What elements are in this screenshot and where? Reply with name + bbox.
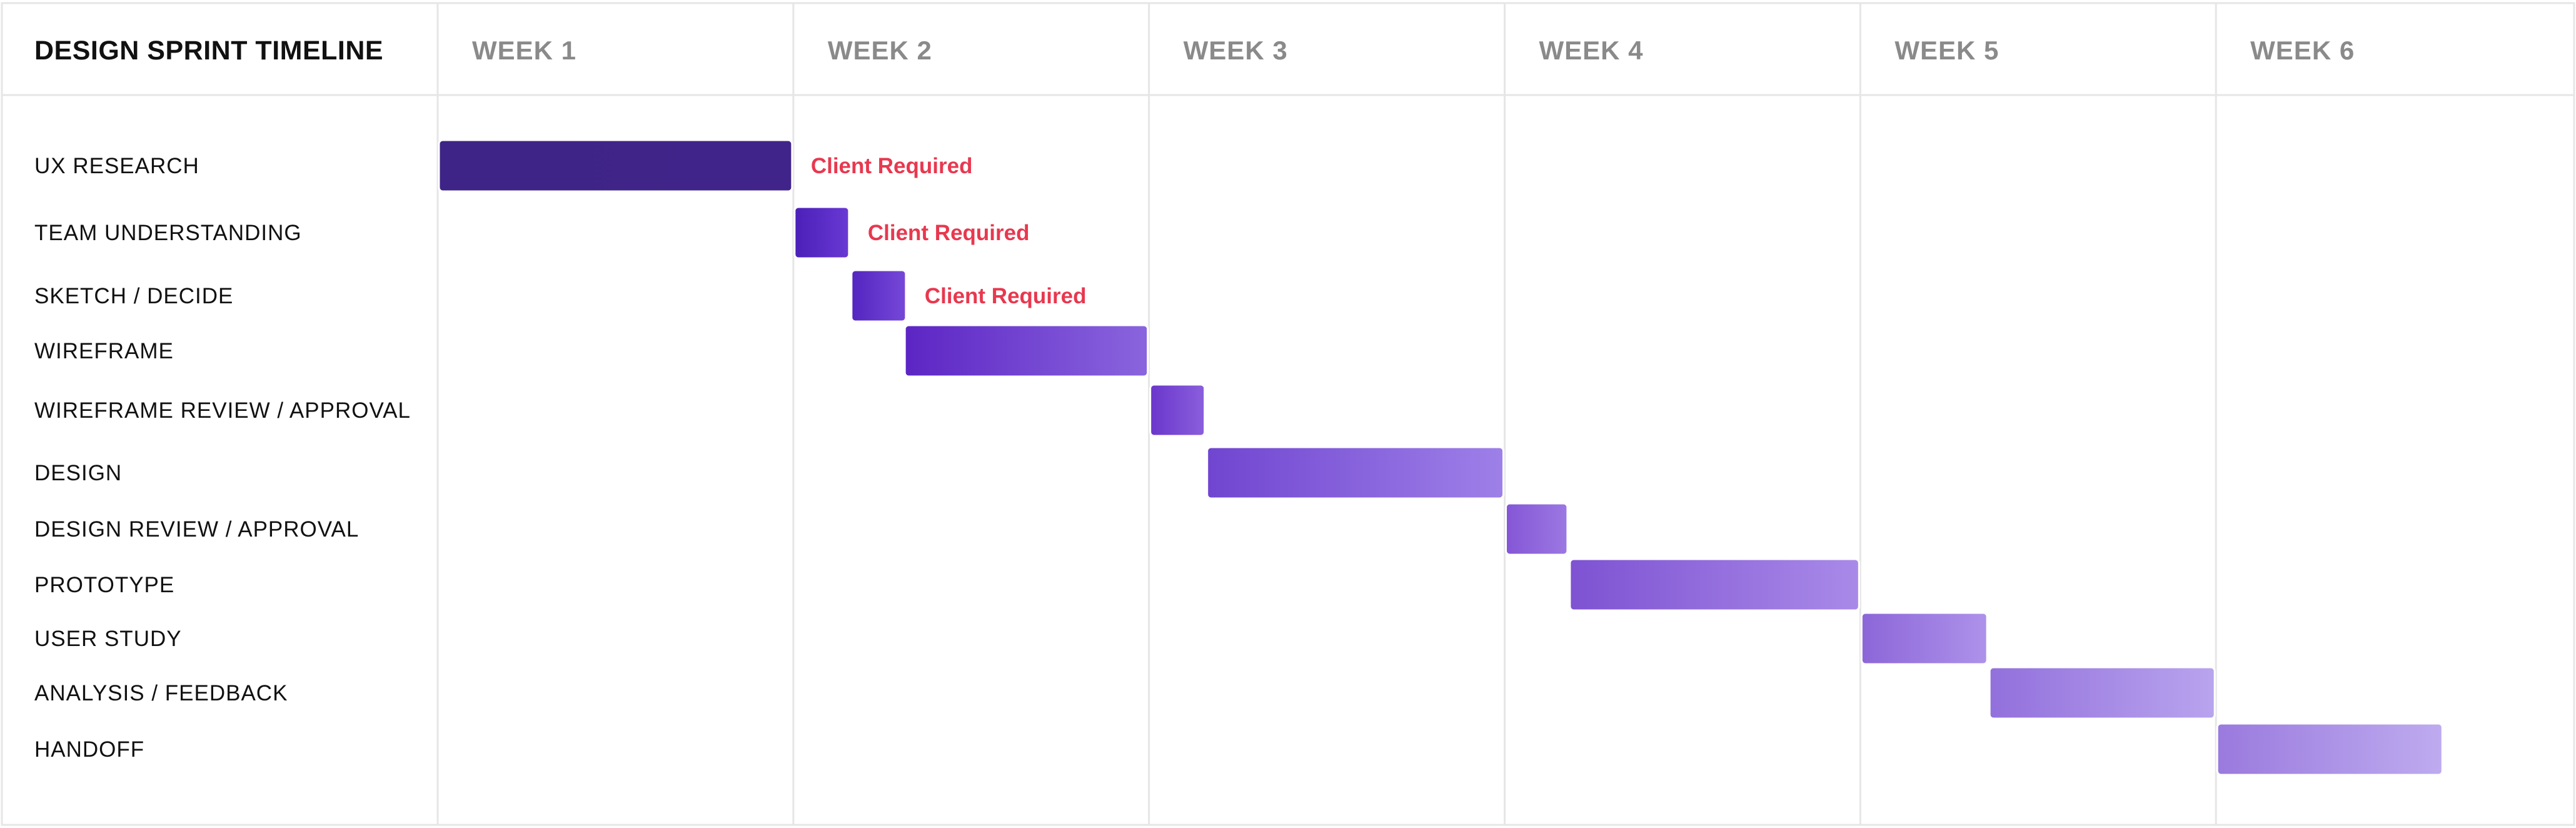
client-required-annotation: Client Required [868, 221, 1030, 245]
task-bar [438, 139, 793, 193]
task-name-label: UX RESEARCH [34, 154, 199, 178]
client-required-annotation: Client Required [925, 284, 1087, 308]
week-header-label: WEEK 6 [2250, 36, 2355, 65]
gantt-chart: DESIGN SPRINT TIMELINE WEEK 1 WEEK 2 WEEK … [0, 0, 2576, 828]
week-header-label: WEEK 3 [1184, 36, 1288, 65]
task-name-label: DESIGN REVIEW / APPROVAL [34, 517, 359, 542]
task-name-label: WIREFRAME [34, 339, 174, 363]
task-bars [438, 139, 2443, 776]
task-name-label: PROTOTYPE [34, 573, 174, 597]
task-bar [903, 324, 1149, 378]
task-name-label: ANALYSIS / FEEDBACK [34, 681, 288, 705]
task-bar [2216, 722, 2443, 776]
task-name-label: WIREFRAME REVIEW / APPROVAL [34, 398, 411, 423]
client-required-annotation: Client Required [811, 154, 973, 178]
task-name-list: UX RESEARCH TEAM UNDERSTANDING SKETCH / DE… [34, 154, 411, 762]
task-name-label: USER STUDY [34, 627, 182, 651]
chart-title: DESIGN SPRINT TIMELINE [34, 36, 383, 66]
gantt-chart-svg: DESIGN SPRINT TIMELINE WEEK 1 WEEK 2 WEEK … [1, 2, 2575, 826]
task-name-label: HANDOFF [34, 737, 144, 762]
week-column-headers: WEEK 1 WEEK 2 WEEK 3 WEEK 4 WEEK 5 WEEK 6 [472, 36, 2355, 65]
week-header-label: WEEK 1 [472, 36, 576, 65]
task-name-label: TEAM UNDERSTANDING [34, 221, 302, 245]
task-bar [1206, 446, 1505, 500]
task-bar [850, 269, 907, 323]
task-bar [793, 206, 850, 260]
week-header-label: WEEK 2 [828, 36, 932, 65]
task-bar [1505, 502, 1569, 556]
task-bar [1149, 383, 1206, 437]
task-bar [1569, 558, 1860, 612]
week-header-label: WEEK 5 [1894, 36, 1999, 65]
task-bar [1860, 612, 1988, 665]
task-name-label: DESIGN [34, 461, 122, 485]
task-name-label: SKETCH / DECIDE [34, 284, 233, 308]
task-bar [1988, 666, 2216, 720]
week-header-label: WEEK 4 [1539, 36, 1644, 65]
